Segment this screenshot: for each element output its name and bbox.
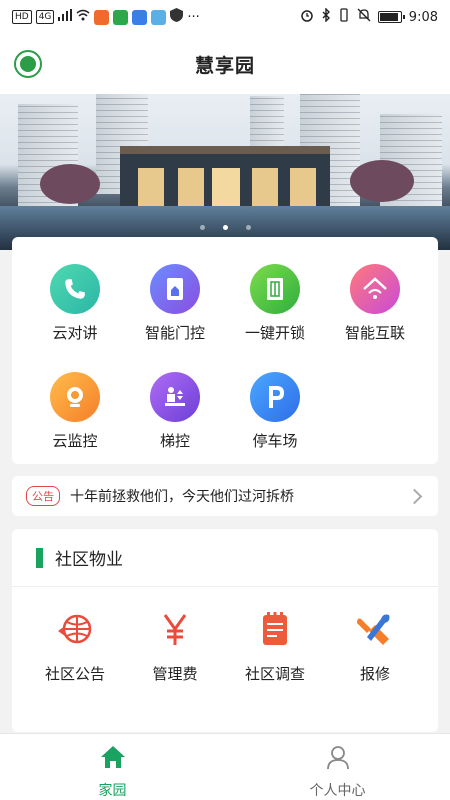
smart-home-wifi-icon xyxy=(350,264,400,314)
banner-carousel[interactable] xyxy=(0,94,450,250)
app-notification-icon xyxy=(94,9,110,25)
app-notification-icon xyxy=(113,9,129,25)
hd-indicator: HD xyxy=(12,10,32,24)
home-icon xyxy=(99,744,127,774)
signal-icon xyxy=(58,9,73,25)
section-accent-bar xyxy=(36,547,43,568)
tab-label: 家园 xyxy=(98,783,127,799)
service-label: 停车场 xyxy=(252,432,298,450)
app-logo-icon xyxy=(14,50,42,78)
menu-dots: ··· xyxy=(187,9,200,25)
section-title: 社区物业 xyxy=(55,550,123,570)
phone-icon xyxy=(50,264,100,314)
service-unlock[interactable]: 一键开锁 xyxy=(225,264,325,343)
tab-profile[interactable]: 个人中心 xyxy=(225,734,450,800)
community-notice-icon xyxy=(55,609,95,649)
battery-icon xyxy=(377,11,405,23)
service-cloud-monitor[interactable]: 云监控 xyxy=(25,372,125,451)
alarm-icon xyxy=(300,8,314,26)
service-door-control[interactable]: 智能门控 xyxy=(125,264,225,343)
property-label: 报修 xyxy=(359,665,390,683)
clock-time: 9:08 xyxy=(408,9,438,25)
property-label: 社区公告 xyxy=(44,665,105,683)
app-notification-icon xyxy=(151,9,167,25)
door-unlock-icon xyxy=(250,264,300,314)
banner-pavilion xyxy=(120,146,330,208)
service-smart-link[interactable]: 智能互联 xyxy=(325,264,425,343)
chevron-right-icon[interactable] xyxy=(406,488,423,504)
wifi-icon xyxy=(76,9,90,25)
service-grid: 云对讲 智能门控 一键开锁 智能互联 云监控 梯控 停车场 xyxy=(12,237,438,464)
door-control-icon xyxy=(150,264,200,314)
banner-tree xyxy=(350,160,414,202)
announcement-tag: 公告 xyxy=(26,486,60,506)
service-label: 梯控 xyxy=(159,432,190,450)
service-label: 云对讲 xyxy=(52,324,98,342)
property-survey[interactable]: 社区调查 xyxy=(225,609,325,684)
network-indicator: 4G xyxy=(35,10,55,24)
property-section: 社区物业 社区公告 管理费 社区调查 报修 xyxy=(12,529,438,732)
property-repair[interactable]: 报修 xyxy=(325,609,425,684)
announcement-text[interactable]: 十年前拯救他们，今天他们过河拆桥 xyxy=(70,486,294,506)
bluetooth-icon xyxy=(321,7,331,26)
mute-bell-icon xyxy=(357,8,371,26)
tab-home[interactable]: 家园 xyxy=(0,734,225,800)
service-label: 智能互联 xyxy=(344,324,405,342)
service-intercom[interactable]: 云对讲 xyxy=(25,264,125,343)
service-label: 一键开锁 xyxy=(244,324,305,342)
property-label: 社区调查 xyxy=(244,665,305,683)
banner-tree xyxy=(40,164,100,204)
announcement-bar[interactable]: 公告 十年前拯救他们，今天他们过河拆桥 xyxy=(12,476,438,516)
property-label: 管理费 xyxy=(152,665,198,683)
carousel-dot[interactable] xyxy=(245,225,251,230)
service-label: 云监控 xyxy=(52,432,98,450)
bottom-tab-bar: 家园 个人中心 xyxy=(0,733,450,800)
section-header: 社区物业 xyxy=(12,529,438,587)
shield-icon xyxy=(170,8,184,26)
carousel-dots[interactable] xyxy=(0,225,450,230)
vibrate-icon xyxy=(338,8,350,26)
status-bar: HD 4G ··· 9:08 xyxy=(0,0,450,34)
property-notice[interactable]: 社区公告 xyxy=(25,609,125,684)
service-label: 智能门控 xyxy=(144,324,205,342)
page-title: 慧享园 xyxy=(194,54,255,77)
service-elevator[interactable]: 梯控 xyxy=(125,372,225,451)
user-icon xyxy=(325,744,351,774)
elevator-icon xyxy=(150,372,200,422)
service-parking[interactable]: 停车场 xyxy=(225,372,325,451)
carousel-dot[interactable] xyxy=(222,225,228,230)
property-fee[interactable]: 管理费 xyxy=(125,609,225,684)
camera-icon xyxy=(50,372,100,422)
app-header: 慧享园 xyxy=(0,34,450,94)
app-notification-icon xyxy=(132,9,148,25)
tab-label: 个人中心 xyxy=(309,783,366,799)
parking-icon xyxy=(250,372,300,422)
survey-icon xyxy=(255,609,295,649)
yen-fee-icon xyxy=(155,609,195,649)
repair-tools-icon xyxy=(355,609,395,649)
carousel-dot[interactable] xyxy=(199,225,205,230)
